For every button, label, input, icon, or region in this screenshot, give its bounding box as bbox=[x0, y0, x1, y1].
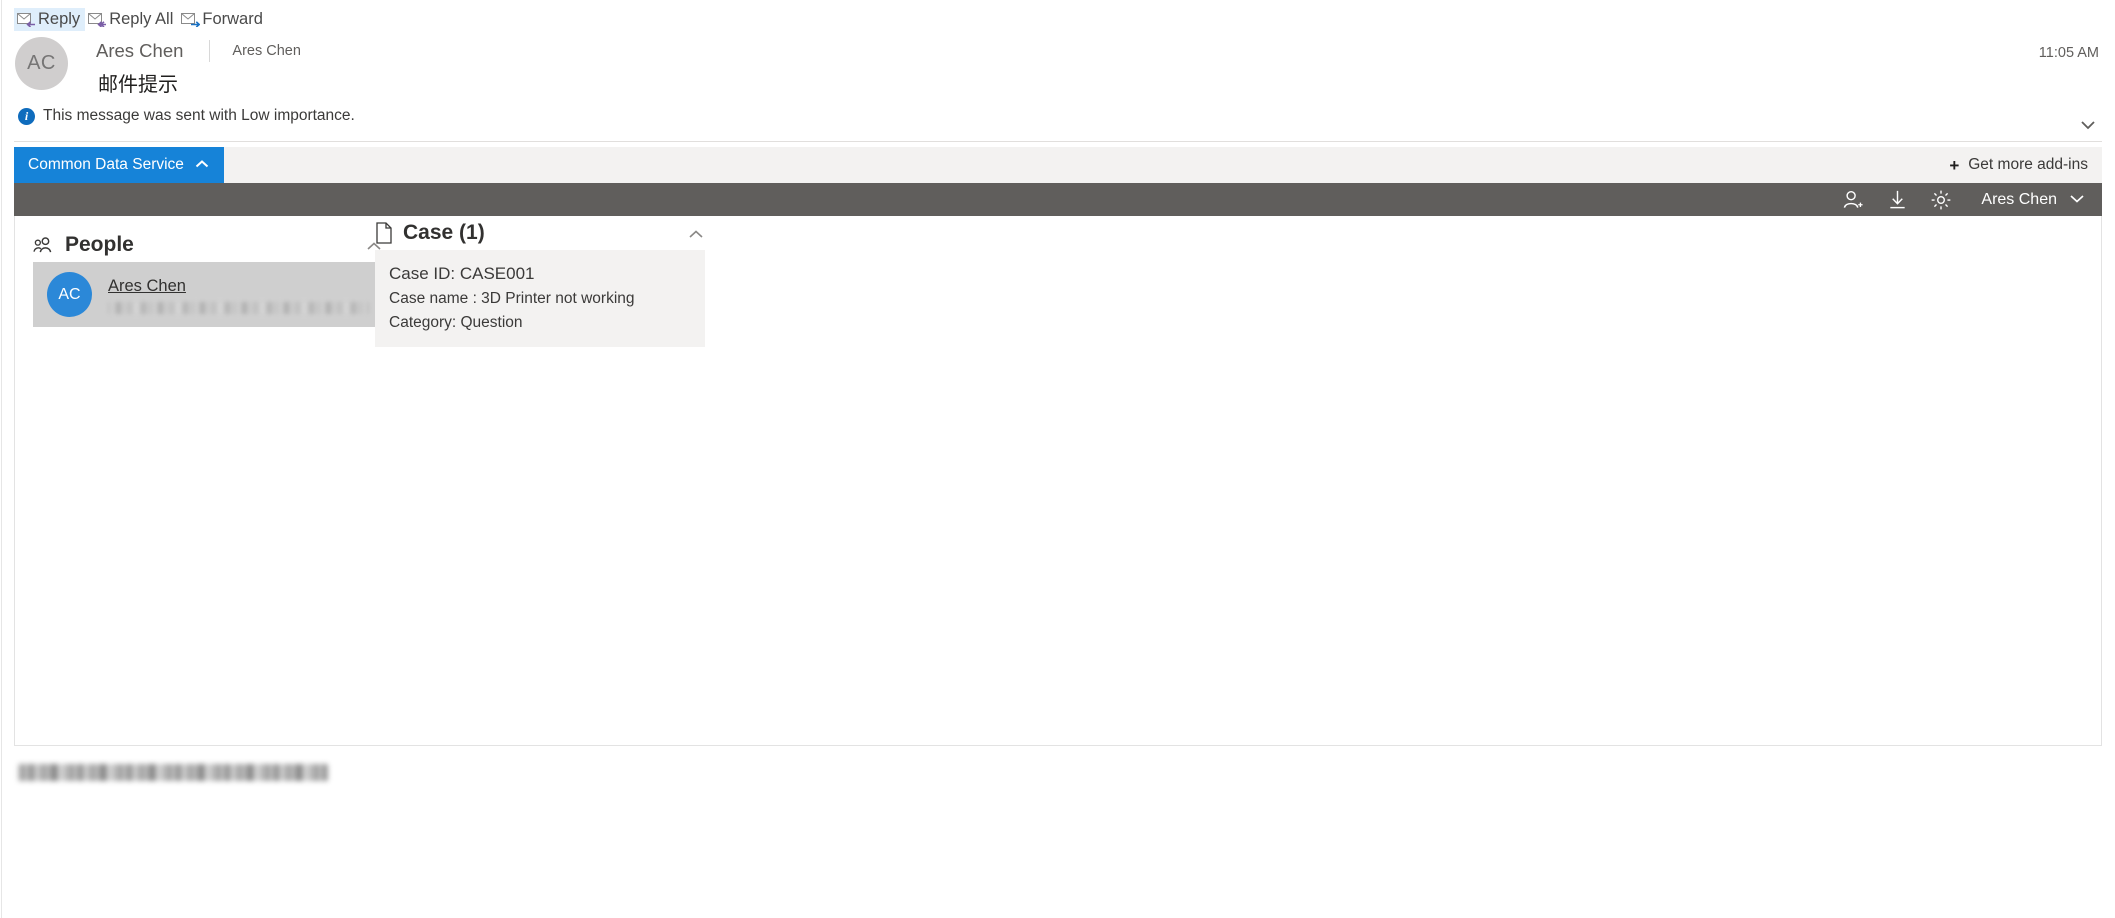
info-circle-icon: i bbox=[18, 107, 35, 125]
gear-icon[interactable] bbox=[1919, 183, 1963, 216]
case-section: Case (1) Case ID: CASE001 Case name : 3D… bbox=[375, 216, 705, 347]
tab-common-data-service-label: Common Data Service bbox=[28, 156, 184, 173]
people-card-name[interactable]: Ares Chen bbox=[108, 275, 369, 297]
sender-avatar-initials: AC bbox=[27, 52, 56, 74]
plus-icon: + bbox=[1949, 155, 1960, 175]
sender-avatar[interactable]: AC bbox=[15, 37, 68, 90]
avatar: AC bbox=[47, 272, 92, 317]
forward-button-label: Forward bbox=[202, 9, 263, 28]
case-section-header: Case (1) bbox=[375, 216, 705, 250]
sender-alias[interactable]: Ares Chen bbox=[232, 43, 301, 59]
page-left-border bbox=[1, 0, 2, 918]
importance-notice: i This message was sent with Low importa… bbox=[18, 107, 355, 125]
addin-user-menu[interactable]: Ares Chen bbox=[1963, 191, 2088, 209]
addin-content-panel: People AC Ares Chen Case (1) Case ID: CA… bbox=[14, 216, 2102, 746]
message-subject: 邮件提示 bbox=[98, 74, 178, 96]
avatar-initials: AC bbox=[58, 285, 81, 303]
case-name: Case name : 3D Printer not working bbox=[389, 290, 635, 308]
people-card-text: Ares Chen bbox=[108, 275, 369, 315]
addin-tab-strip: Common Data Service + Get more add-ins bbox=[14, 147, 2102, 183]
forward-envelope-icon bbox=[181, 12, 201, 28]
addin-command-bar: Ares Chen bbox=[14, 183, 2102, 216]
sender-info-row: Ares Chen Ares Chen bbox=[96, 40, 301, 62]
get-more-addins-button[interactable]: + Get more add-ins bbox=[1949, 147, 2088, 183]
chevron-up-icon bbox=[194, 156, 210, 174]
case-collapse-chevron-up-icon[interactable] bbox=[687, 227, 705, 239]
footer-redacted-text bbox=[18, 764, 328, 781]
reply-all-button[interactable]: Reply All bbox=[85, 8, 178, 31]
reply-all-button-label: Reply All bbox=[109, 9, 174, 28]
reply-button-label: Reply bbox=[38, 9, 81, 28]
case-section-title: Case (1) bbox=[403, 221, 485, 244]
get-more-addins-label: Get more add-ins bbox=[1968, 156, 2088, 173]
people-section-header: People bbox=[33, 228, 383, 262]
download-icon[interactable] bbox=[1875, 183, 1919, 216]
add-person-icon[interactable] bbox=[1831, 183, 1875, 216]
header-divider bbox=[14, 141, 2102, 142]
case-id: Case ID: CASE001 bbox=[389, 264, 535, 283]
forward-button[interactable]: Forward bbox=[178, 8, 268, 31]
message-timestamp: 11:05 AM bbox=[2038, 45, 2099, 61]
reply-button[interactable]: Reply bbox=[14, 7, 86, 31]
people-card[interactable]: AC Ares Chen bbox=[33, 262, 383, 327]
case-category: Category: Question bbox=[389, 313, 523, 331]
chevron-down-icon[interactable] bbox=[2078, 118, 2098, 132]
people-section-title: People bbox=[65, 233, 134, 256]
sender-divider bbox=[209, 40, 211, 62]
people-icon bbox=[33, 236, 56, 255]
document-icon bbox=[375, 222, 394, 244]
addin-user-label: Ares Chen bbox=[1981, 190, 2057, 208]
tab-common-data-service[interactable]: Common Data Service bbox=[14, 147, 224, 183]
people-section: People AC Ares Chen bbox=[33, 228, 383, 327]
message-action-toolbar: Reply Reply All Forward bbox=[14, 7, 268, 31]
people-card-email-redacted bbox=[108, 302, 369, 315]
case-card[interactable]: Case ID: CASE001 Case name : 3D Printer … bbox=[375, 250, 705, 347]
sender-name[interactable]: Ares Chen bbox=[96, 40, 183, 62]
importance-notice-text: This message was sent with Low importanc… bbox=[43, 107, 355, 124]
reply-all-envelope-icon bbox=[88, 12, 107, 28]
chevron-down-icon bbox=[2068, 191, 2086, 209]
reply-envelope-icon bbox=[17, 12, 36, 28]
